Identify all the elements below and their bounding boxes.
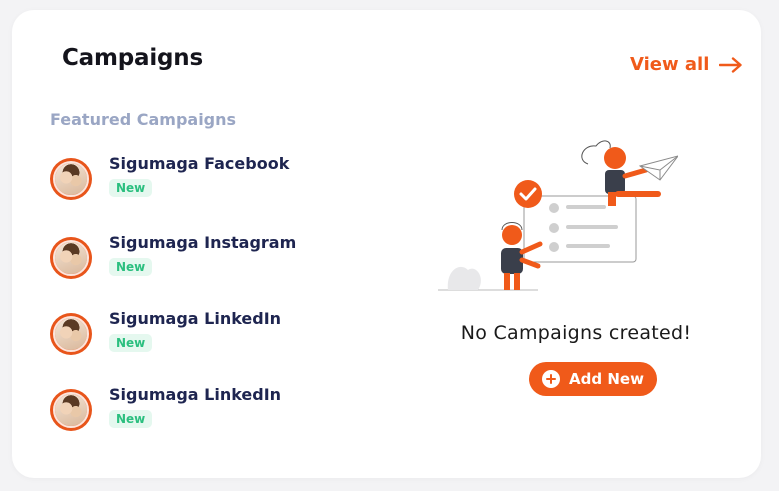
new-badge: New [109,334,153,352]
view-all-label: View all [630,54,710,75]
campaign-name: Sigumaga LinkedIn [109,309,282,328]
campaign-item[interactable]: Sigumaga Facebook New [50,154,289,200]
plus-circle-icon [542,370,561,388]
avatar [50,237,92,279]
new-badge: New [109,410,153,428]
campaign-item[interactable]: Sigumaga Instagram New [50,233,296,279]
add-new-label: Add New [569,370,644,388]
featured-campaigns-heading: Featured Campaigns [50,110,237,129]
campaign-name: Sigumaga Instagram [109,233,297,252]
add-new-button[interactable]: Add New [529,362,657,396]
avatar [50,389,92,431]
avatar [50,158,92,200]
campaign-name: Sigumaga LinkedIn [109,385,282,404]
view-all-link[interactable]: View all [630,54,743,75]
arrow-right-icon [719,56,743,73]
campaign-name: Sigumaga Facebook [109,154,290,173]
campaigns-card: Campaigns View all Featured Campaigns Si… [12,10,761,478]
avatar [50,313,92,355]
campaign-item[interactable]: Sigumaga LinkedIn New [50,385,281,431]
new-badge: New [109,179,153,197]
new-badge: New [109,258,153,276]
empty-state-message: No Campaigns created! [460,322,692,344]
empty-campaigns-illustration [438,130,680,304]
page-title: Campaigns [62,45,203,71]
campaign-item[interactable]: Sigumaga LinkedIn New [50,309,281,355]
